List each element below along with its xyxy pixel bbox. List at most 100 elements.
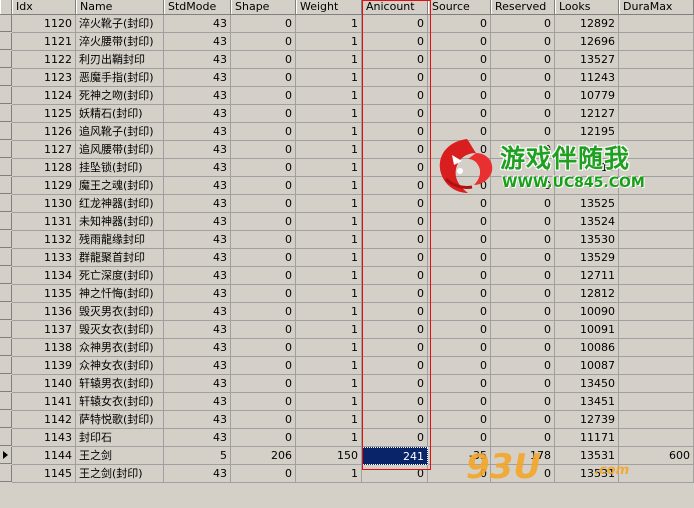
cell-shape[interactable]: 0: [231, 177, 296, 195]
cell-anicount[interactable]: 0: [362, 33, 428, 51]
row-indicator[interactable]: [0, 357, 12, 374]
cell-shape[interactable]: 0: [231, 249, 296, 267]
table-row[interactable]: 1136 毁灭男衣(封印) 43 0 1 0 0 0 10090: [0, 303, 694, 321]
cell-shape[interactable]: 0: [231, 339, 296, 357]
cell-anicount[interactable]: 0: [362, 429, 428, 447]
cell-duramax[interactable]: [619, 285, 694, 303]
cell-duramax[interactable]: 600: [619, 447, 694, 465]
table-row[interactable]: 1133 群龍聚首封印 43 0 1 0 0 0 13529: [0, 249, 694, 267]
cell-reserved[interactable]: 0: [491, 429, 555, 447]
cell-anicount[interactable]: 0: [362, 195, 428, 213]
cell-duramax[interactable]: [619, 177, 694, 195]
cell-source[interactable]: 0: [428, 177, 491, 195]
cell-idx[interactable]: 1134: [12, 267, 76, 285]
cell-weight[interactable]: 1: [296, 141, 362, 159]
cell-stdmode[interactable]: 43: [164, 87, 231, 105]
cell-source[interactable]: 0: [428, 213, 491, 231]
cell-reserved[interactable]: 0: [491, 339, 555, 357]
cell-anicount[interactable]: 0: [362, 267, 428, 285]
cell-duramax[interactable]: [619, 231, 694, 249]
column-header-name[interactable]: Name: [76, 0, 164, 14]
cell-reserved[interactable]: 0: [491, 87, 555, 105]
table-row[interactable]: 1128 挂坠锁(封印) 43 0 1 0 0 0 13: [0, 159, 694, 177]
cell-source[interactable]: 0: [428, 33, 491, 51]
table-row[interactable]: 1144 王之剑 5 206 150 241 -35 178 13531 600: [0, 447, 694, 465]
cell-looks[interactable]: 12892: [555, 15, 619, 33]
row-indicator[interactable]: [0, 105, 12, 122]
cell-idx[interactable]: 1126: [12, 123, 76, 141]
cell-idx[interactable]: 1129: [12, 177, 76, 195]
cell-source[interactable]: 0: [428, 159, 491, 177]
cell-reserved[interactable]: 0: [491, 285, 555, 303]
cell-looks[interactable]: 10090: [555, 303, 619, 321]
cell-anicount[interactable]: 0: [362, 69, 428, 87]
row-indicator[interactable]: [0, 231, 12, 248]
cell-idx[interactable]: 1133: [12, 249, 76, 267]
cell-shape[interactable]: 0: [231, 15, 296, 33]
cell-anicount[interactable]: 0: [362, 375, 428, 393]
cell-name[interactable]: 众神男衣(封印): [76, 339, 164, 357]
cell-name[interactable]: 残雨龍缘封印: [76, 231, 164, 249]
cell-idx[interactable]: 1136: [12, 303, 76, 321]
cell-source[interactable]: 0: [428, 375, 491, 393]
row-indicator[interactable]: [0, 69, 12, 86]
cell-shape[interactable]: 0: [231, 87, 296, 105]
table-row[interactable]: 1122 利刃出鞘封印 43 0 1 0 0 0 13527: [0, 51, 694, 69]
cell-reserved[interactable]: 0: [491, 375, 555, 393]
cell-source[interactable]: 0: [428, 411, 491, 429]
cell-shape[interactable]: 0: [231, 303, 296, 321]
cell-duramax[interactable]: [619, 303, 694, 321]
cell-anicount[interactable]: 0: [362, 321, 428, 339]
cell-anicount[interactable]: 0: [362, 465, 428, 483]
table-row[interactable]: 1142 萨特悦歌(封印) 43 0 1 0 0 0 12739: [0, 411, 694, 429]
cell-stdmode[interactable]: 43: [164, 123, 231, 141]
cell-reserved[interactable]: 0: [491, 267, 555, 285]
cell-weight[interactable]: 1: [296, 357, 362, 375]
cell-anicount[interactable]: 0: [362, 411, 428, 429]
cell-stdmode[interactable]: 43: [164, 303, 231, 321]
row-indicator[interactable]: [0, 303, 12, 320]
cell-duramax[interactable]: [619, 339, 694, 357]
cell-anicount[interactable]: 0: [362, 105, 428, 123]
cell-looks[interactable]: [555, 177, 619, 195]
cell-source[interactable]: 0: [428, 15, 491, 33]
cell-idx[interactable]: 1139: [12, 357, 76, 375]
column-header-weight[interactable]: Weight: [296, 0, 362, 14]
cell-duramax[interactable]: [619, 51, 694, 69]
cell-idx[interactable]: 1122: [12, 51, 76, 69]
cell-name[interactable]: 封印石: [76, 429, 164, 447]
cell-name[interactable]: 王之剑: [76, 447, 164, 465]
cell-stdmode[interactable]: 43: [164, 213, 231, 231]
table-row[interactable]: 1140 轩辕男衣(封印) 43 0 1 0 0 0 13450: [0, 375, 694, 393]
cell-name[interactable]: 死神之吻(封印): [76, 87, 164, 105]
cell-idx[interactable]: 1138: [12, 339, 76, 357]
row-indicator[interactable]: [0, 15, 12, 32]
cell-anicount[interactable]: 0: [362, 51, 428, 69]
cell-name[interactable]: 妖精石(封印): [76, 105, 164, 123]
table-row[interactable]: 1125 妖精石(封印) 43 0 1 0 0 0 12127: [0, 105, 694, 123]
cell-looks[interactable]: 12696: [555, 33, 619, 51]
cell-reserved[interactable]: 178: [491, 447, 555, 465]
cell-name[interactable]: 追风腰带(封印): [76, 141, 164, 159]
cell-source[interactable]: 0: [428, 51, 491, 69]
row-indicator[interactable]: [0, 393, 12, 410]
cell-stdmode[interactable]: 43: [164, 285, 231, 303]
cell-shape[interactable]: 0: [231, 69, 296, 87]
cell-looks[interactable]: 13: [555, 159, 619, 177]
cell-looks[interactable]: 13450: [555, 375, 619, 393]
cell-name[interactable]: 轩辕男衣(封印): [76, 375, 164, 393]
cell-reserved[interactable]: 0: [491, 393, 555, 411]
row-indicator[interactable]: [0, 87, 12, 104]
cell-anicount[interactable]: 0: [362, 357, 428, 375]
cell-looks[interactable]: [555, 141, 619, 159]
cell-duramax[interactable]: [619, 123, 694, 141]
cell-weight[interactable]: 1: [296, 105, 362, 123]
table-row[interactable]: 1132 残雨龍缘封印 43 0 1 0 0 0 13530: [0, 231, 694, 249]
cell-weight[interactable]: 1: [296, 69, 362, 87]
cell-weight[interactable]: 1: [296, 51, 362, 69]
cell-source[interactable]: 0: [428, 321, 491, 339]
cell-name[interactable]: 未知神器(封印): [76, 213, 164, 231]
cell-weight[interactable]: 1: [296, 375, 362, 393]
cell-weight[interactable]: 1: [296, 159, 362, 177]
cell-reserved[interactable]: 0: [491, 159, 555, 177]
